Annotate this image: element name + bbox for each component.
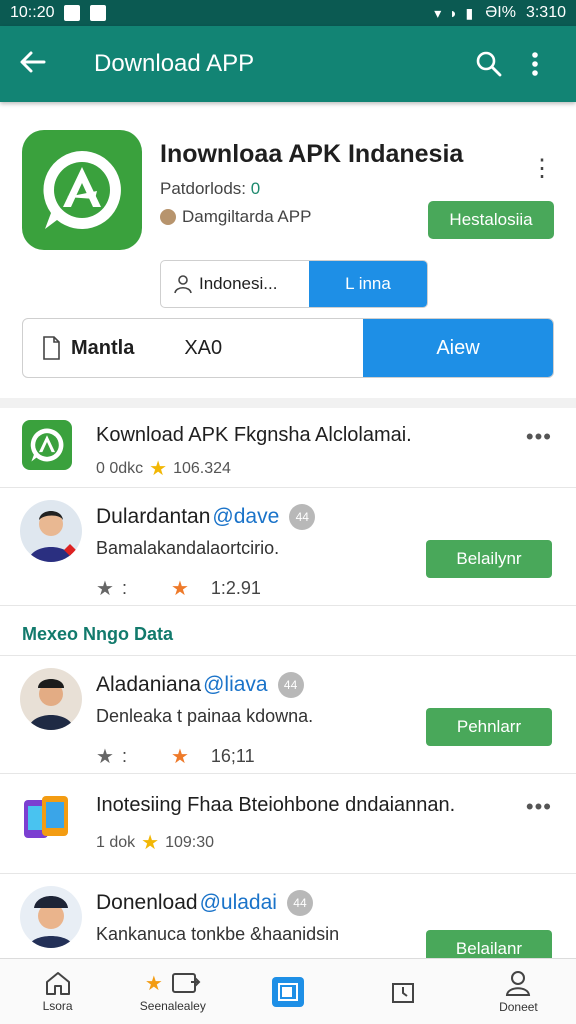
star-icon: ★ (141, 832, 160, 854)
bottom-navigation: Lsora ★ Seenalealey Doneet (0, 958, 576, 1024)
view-option-name: Mantla (71, 336, 135, 359)
downloads-info: Patdorlods: 0 (160, 179, 554, 199)
user-stat: 1:2.91 (210, 578, 261, 598)
stat-separator: : (121, 578, 127, 598)
avatar (20, 500, 82, 562)
app-bar-title: Download APP (94, 50, 255, 77)
app-item-meta: 1 dok ★ 109:30 (96, 830, 214, 855)
language-option-left-label: Indonesi... (199, 274, 278, 293)
user-badge: 44 (289, 504, 316, 530)
user-bio: Denleaka t painaa kdowna. (96, 706, 314, 726)
app-item-rating: 109:30 (165, 833, 215, 851)
clock-icon (392, 982, 415, 1003)
app-icon (22, 420, 72, 470)
language-option-right[interactable]: L inna (309, 261, 427, 307)
user-handle[interactable]: @uladai (200, 891, 277, 915)
user-stats: ★ : ★ 16;11 (96, 744, 255, 769)
list-item[interactable]: Inotesiing Fhaa Bteiohbone dndaiannan. 1… (0, 774, 576, 874)
more-horiz-icon[interactable]: ••• (526, 424, 552, 450)
app-item-count: 0 0dkc (96, 459, 144, 477)
user-name: Aladaniana (96, 673, 202, 696)
section-title: Mexeo Nngo Data (0, 606, 576, 656)
language-segment: Indonesi... L inna (160, 260, 428, 308)
back-arrow-icon[interactable] (18, 47, 74, 82)
user-stats: ★ : ★ 1:2.91 (96, 576, 261, 601)
downloads-count: 0 (250, 179, 261, 198)
star-outline-icon: ★ (96, 578, 114, 600)
nav-profile-label: Doneet (499, 1000, 538, 1014)
status-clock: 3:310 (525, 4, 566, 21)
store-icon (171, 973, 201, 993)
notification-icon (64, 5, 81, 21)
user-badge: 44 (277, 672, 304, 698)
app-bar: Download APP (0, 26, 576, 102)
follow-button[interactable]: Belailynr (426, 540, 552, 578)
status-bar: 10::20 ▾ ◗ ▮ ƏI% 3:310 (0, 0, 576, 26)
user-name-line: Donenload @uladai 44 (96, 890, 313, 916)
user-name: Dulardantan (96, 505, 211, 528)
document-icon (43, 336, 60, 360)
star-icon: ★ (170, 578, 189, 600)
nav-store[interactable]: ★ Seenalealey (115, 959, 230, 1024)
view-button[interactable]: Aiew (363, 319, 553, 377)
search-icon[interactable] (466, 50, 512, 78)
user-handle[interactable]: @liava (203, 673, 268, 697)
star-icon: ★ (170, 746, 189, 768)
list-item[interactable]: Dulardantan @dave 44 Bamalakandalaortcir… (0, 488, 576, 606)
nav-home-label: Lsora (42, 999, 73, 1013)
avatar (20, 886, 82, 948)
nav-apps[interactable] (230, 959, 345, 1024)
battery-level: ƏI% (485, 4, 516, 21)
view-segment: Mantla XA0 Aiew (22, 318, 554, 378)
app-item-meta: 0 0dkc ★ 106.324 (96, 456, 231, 481)
view-option-meta: XA0 (184, 336, 223, 359)
apps-icon (272, 976, 304, 1007)
app-item-title: Inotesiing Fhaa Bteiohbone dndaiannan. (96, 794, 456, 816)
user-bio: Kankanuca tonkbe &haanidsin (96, 924, 340, 944)
app-logo-icon (22, 130, 142, 250)
phone-apps-icon (22, 792, 72, 842)
downloads-label: Patdorlods: (160, 179, 246, 198)
user-name-line: Aladaniana @liava 44 (96, 672, 304, 698)
avatar (20, 668, 82, 730)
star-icon: ★ (149, 458, 168, 480)
more-horiz-icon[interactable]: ••• (526, 794, 552, 820)
signal-wifi-icon: ▾ ◗ ▮ (434, 4, 476, 21)
nav-home[interactable]: Lsora (0, 959, 115, 1024)
follow-button[interactable]: Pehnlarr (426, 708, 552, 746)
list-item[interactable]: Kownload APK Fkgnsha Alclolamai. 0 0dkc … (0, 408, 576, 488)
developer-name[interactable]: Damgiltarda APP (182, 207, 311, 227)
developer-avatar-icon (160, 209, 176, 225)
star-outline-icon: ★ (96, 746, 114, 768)
user-badge: 44 (286, 890, 313, 916)
user-handle[interactable]: @dave (212, 505, 279, 529)
stat-separator: : (121, 746, 127, 766)
home-icon (45, 972, 70, 995)
user-bio: Bamalakandalaortcirio. (96, 538, 280, 558)
nav-store-label: Seenalealey (139, 999, 206, 1013)
image-icon (90, 5, 107, 21)
nav-history[interactable] (346, 959, 461, 1024)
status-time: 10::20 (10, 4, 55, 21)
app-header-card: Inownloaa APK Indanesia ⋮ Patdorlods: 0 … (0, 102, 576, 408)
app-item-count: 1 dok (96, 833, 136, 851)
app-screen: 10::20 ▾ ◗ ▮ ƏI% 3:310 Download APP Inow… (0, 0, 576, 1024)
view-option-left[interactable]: Mantla XA0 (23, 319, 363, 377)
app-title: Inownloaa APK Indanesia (160, 140, 464, 168)
app-item-rating: 106.324 (173, 459, 231, 477)
nav-profile[interactable]: Doneet (461, 959, 576, 1024)
more-vert-icon[interactable]: ⋮ (530, 154, 554, 183)
overflow-menu-icon[interactable] (512, 51, 558, 77)
app-item-title: Kownload APK Fkgnsha Alclolamai. (96, 424, 412, 446)
user-name: Donenload (96, 891, 198, 914)
install-button[interactable]: Hestalosiia (428, 201, 554, 239)
person-icon (174, 275, 192, 294)
language-option-left[interactable]: Indonesi... (161, 261, 309, 307)
user-name-line: Dulardantan @dave 44 (96, 504, 316, 530)
list-item[interactable]: Aladaniana @liava 44 Denleaka t painaa k… (0, 656, 576, 774)
profile-icon (506, 971, 531, 996)
user-stat: 16;11 (210, 746, 255, 766)
star-icon: ★ (144, 972, 163, 995)
